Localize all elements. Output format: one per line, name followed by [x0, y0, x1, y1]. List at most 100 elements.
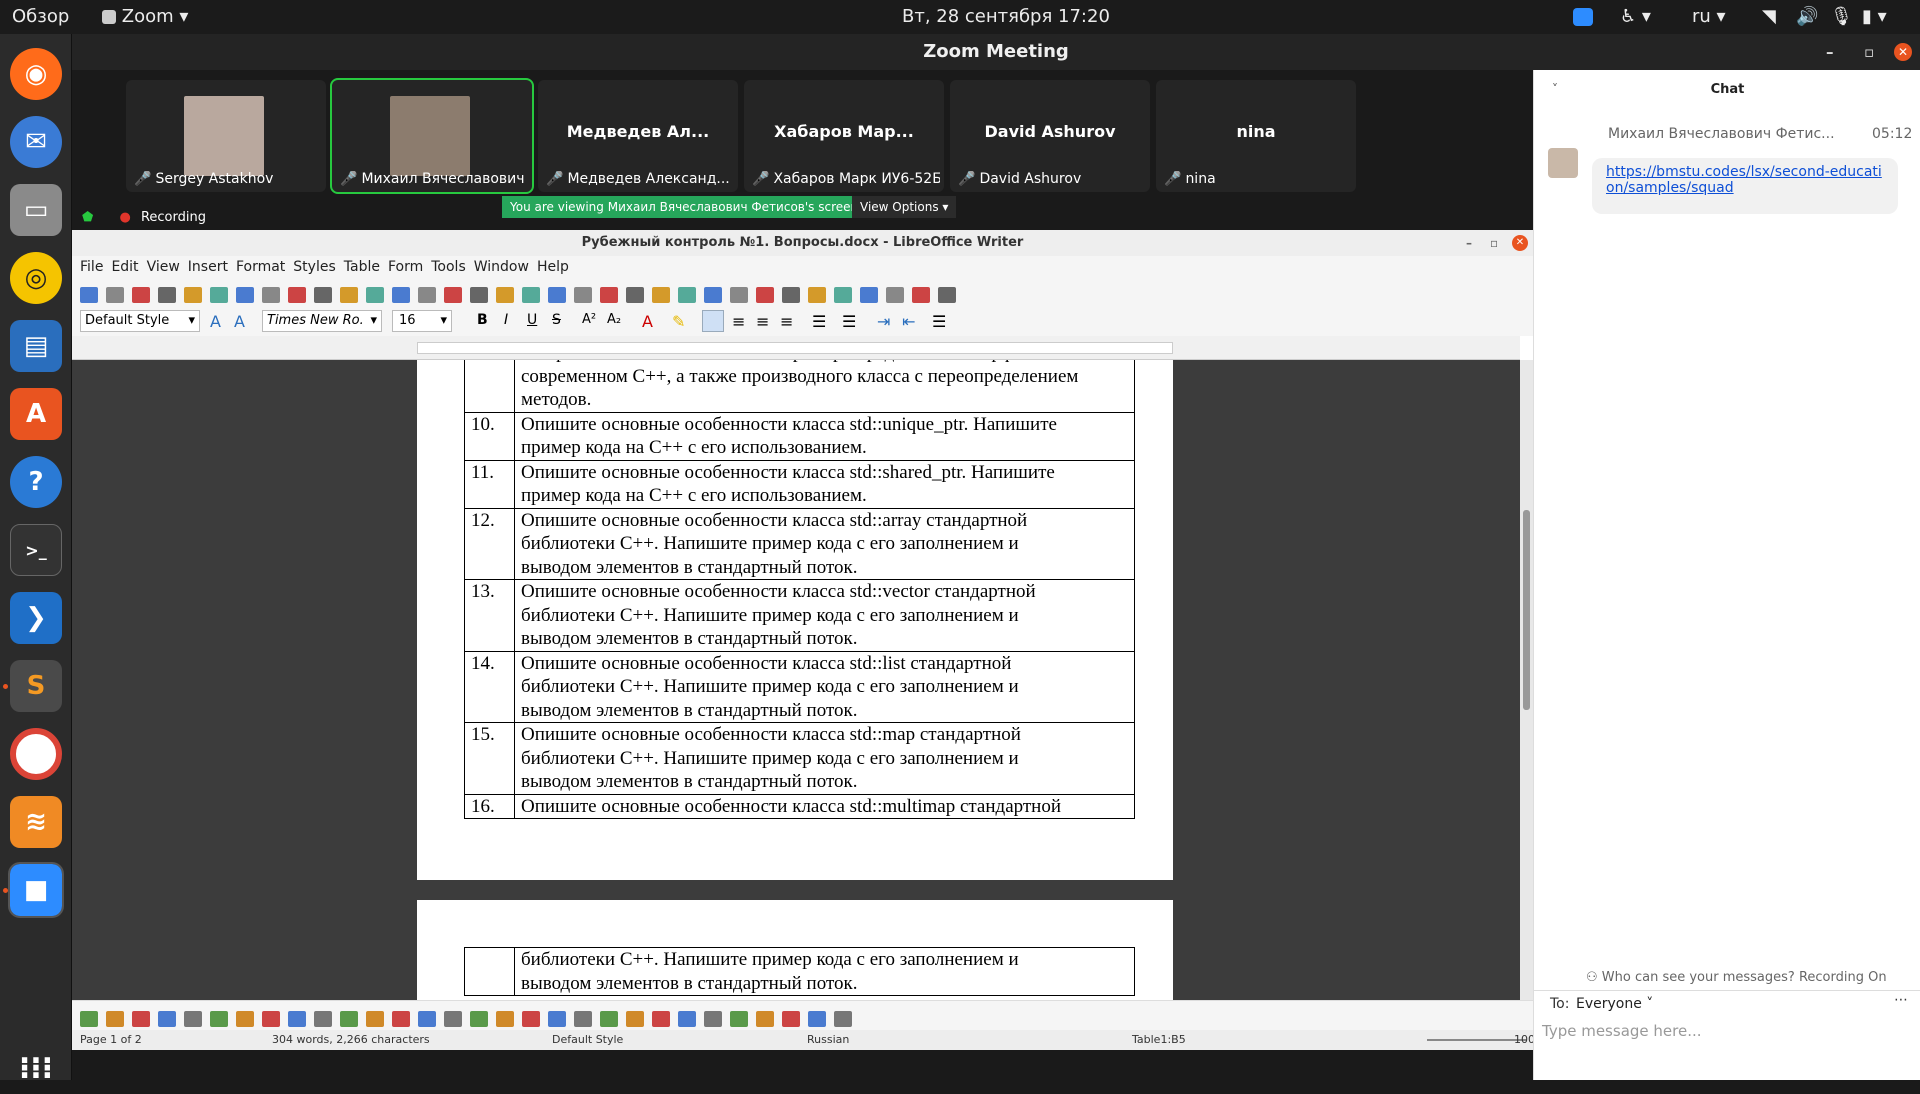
undefined-icon[interactable] [366, 286, 384, 303]
undefined-icon[interactable] [574, 1010, 592, 1027]
more-options-icon[interactable]: ⋯ [1894, 992, 1908, 1008]
paragraph-style-select[interactable]: Default Style ▾ [80, 310, 200, 332]
question-text[interactable]: Опишите основные особенности класса std:… [514, 793, 1135, 819]
undefined-icon[interactable] [730, 1010, 748, 1027]
bold-icon[interactable]: B [477, 312, 488, 328]
activities-button[interactable]: Обзор [12, 6, 69, 27]
software-center-icon[interactable]: A [10, 388, 62, 440]
layers-app-icon[interactable]: ≋ [10, 796, 62, 848]
menu-file[interactable]: File [80, 256, 103, 278]
indent-icon[interactable]: ⇥ [877, 312, 890, 331]
undefined-icon[interactable] [444, 286, 462, 303]
question-text[interactable]: Опишите основные особенности класса std:… [514, 650, 1135, 723]
numbering-icon[interactable]: ☰ [842, 312, 856, 331]
minimize-icon[interactable]: – [1826, 34, 1834, 70]
undefined-icon[interactable] [704, 286, 722, 303]
menu-form[interactable]: Form [388, 256, 423, 278]
lo-minimize-icon[interactable]: – [1466, 230, 1472, 256]
menu-format[interactable]: Format [236, 256, 285, 278]
question-text[interactable]: Опишите основные особенности класса std:… [514, 411, 1135, 461]
superscript-icon[interactable]: A² [582, 312, 596, 327]
participant-tile[interactable]: 🎤 Михаил Вячеславович ... [330, 78, 534, 194]
page-style[interactable]: Default Style [552, 1033, 623, 1046]
new-style-icon[interactable]: A [234, 312, 245, 331]
undefined-icon[interactable] [730, 286, 748, 303]
undefined-icon[interactable] [860, 286, 878, 303]
question-text[interactable]: Опишите основные особенности класса std:… [514, 722, 1135, 795]
chrome-icon[interactable] [10, 728, 62, 780]
menu-table[interactable]: Table [344, 256, 380, 278]
accessibility-icon[interactable]: ♿ ▾ [1620, 6, 1651, 27]
undefined-icon[interactable] [106, 286, 124, 303]
undefined-icon[interactable] [184, 286, 202, 303]
message-link[interactable]: https://bmstu.codes/lsx/second-education… [1606, 164, 1882, 196]
scrollbar-thumb[interactable] [1523, 510, 1530, 710]
update-style-icon[interactable]: A [210, 312, 221, 331]
undefined-icon[interactable] [886, 286, 904, 303]
maximize-icon[interactable]: ▫ [1864, 34, 1874, 70]
microphone-icon[interactable]: 🎙 [1830, 6, 1853, 27]
question-text[interactable]: Опишите основные особенности класса std:… [514, 579, 1135, 652]
vscode-icon[interactable]: ❯ [10, 592, 62, 644]
wifi-icon[interactable]: ◥ [1762, 6, 1776, 27]
font-name-select[interactable]: Times New Ro. ▾ [262, 310, 382, 332]
files-icon[interactable]: ▭ [10, 184, 62, 236]
document-canvas[interactable]: абстрактного класса? Запишите пример опр… [72, 360, 1520, 1000]
align-left-icon[interactable] [702, 310, 724, 332]
menu-tools[interactable]: Tools [431, 256, 466, 278]
close-icon[interactable]: ✕ [1894, 43, 1912, 61]
strikethrough-icon[interactable]: S [552, 312, 561, 328]
undefined-icon[interactable] [626, 1010, 644, 1027]
undefined-icon[interactable] [496, 1010, 514, 1027]
undefined-icon[interactable] [652, 1010, 670, 1027]
italic-icon[interactable]: I [504, 312, 508, 328]
undefined-icon[interactable] [496, 286, 514, 303]
undefined-icon[interactable] [262, 1010, 280, 1027]
undefined-icon[interactable] [626, 286, 644, 303]
undefined-icon[interactable] [522, 1010, 540, 1027]
undefined-icon[interactable] [678, 1010, 696, 1027]
undefined-icon[interactable] [782, 286, 800, 303]
line-spacing-icon[interactable]: ☰ [932, 312, 946, 331]
question-text[interactable]: Опишите основные особенности класса std:… [514, 507, 1135, 580]
word-count[interactable]: 304 words, 2,266 characters [272, 1033, 430, 1046]
show-apps-icon[interactable]: ⁝⁝⁝ [10, 1042, 62, 1094]
language-status[interactable]: Russian [807, 1033, 849, 1046]
undefined-icon[interactable] [678, 286, 696, 303]
undefined-icon[interactable] [756, 286, 774, 303]
undefined-icon[interactable] [808, 1010, 826, 1027]
undefined-icon[interactable] [314, 1010, 332, 1027]
undefined-icon[interactable] [288, 286, 306, 303]
participant-tile[interactable]: Медведев Ал... 🎤 Медведев Александ... [538, 80, 738, 192]
undefined-icon[interactable] [600, 1010, 618, 1027]
message-input[interactable]: Type message here... [1542, 1016, 1912, 1070]
undefined-icon[interactable] [938, 286, 956, 303]
undefined-icon[interactable] [184, 1010, 202, 1027]
menu-insert[interactable]: Insert [188, 256, 228, 278]
sublime-text-icon[interactable]: S [10, 660, 62, 712]
zoom-dock-icon[interactable]: ■ [8, 862, 64, 918]
bullets-icon[interactable]: ☰ [812, 312, 826, 331]
recipient-select[interactable]: Everyone ˅ [1576, 996, 1653, 1012]
align-center-icon[interactable]: ≡ [732, 312, 745, 331]
language-indicator[interactable]: ru ▾ [1692, 6, 1726, 27]
undefined-icon[interactable] [158, 1010, 176, 1027]
volume-icon[interactable]: 🔊 [1796, 6, 1818, 27]
underline-icon[interactable]: U [527, 312, 537, 328]
undefined-icon[interactable] [262, 286, 280, 303]
page-indicator[interactable]: Page 1 of 2 [80, 1033, 142, 1046]
lo-maximize-icon[interactable]: ▫ [1490, 230, 1498, 256]
question-text[interactable]: Опишите основные особенности класса std:… [514, 459, 1135, 509]
menu-window[interactable]: Window [474, 256, 529, 278]
undefined-icon[interactable] [704, 1010, 722, 1027]
undefined-icon[interactable] [340, 286, 358, 303]
menu-styles[interactable]: Styles [293, 256, 335, 278]
undefined-icon[interactable] [522, 286, 540, 303]
undefined-icon[interactable] [366, 1010, 384, 1027]
undefined-icon[interactable] [548, 286, 566, 303]
ruler[interactable] [72, 336, 1520, 360]
undefined-icon[interactable] [288, 1010, 306, 1027]
undefined-icon[interactable] [418, 1010, 436, 1027]
undefined-icon[interactable] [548, 1010, 566, 1027]
view-options-button[interactable]: View Options ▾ [852, 196, 957, 218]
